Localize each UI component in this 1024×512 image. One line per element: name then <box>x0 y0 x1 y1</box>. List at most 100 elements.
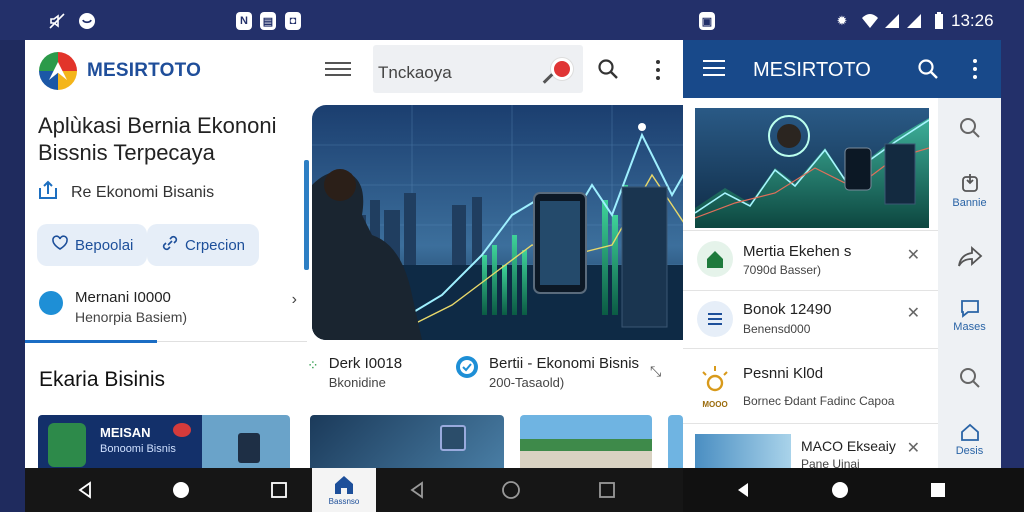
heart-icon <box>51 235 69 255</box>
subline-label: Re Ekonomi Bisanis <box>71 183 215 201</box>
home-icon <box>335 476 353 494</box>
right-app-screen: MESIRTOTO Mertia Ekehen s 7090d Basser) … <box>683 40 1001 468</box>
list-item-subtitle: Henorpia Basiem) <box>75 309 188 325</box>
divider <box>157 341 307 342</box>
brand-logo-icon <box>39 52 77 90</box>
close-icon[interactable]: ✕ <box>907 438 920 458</box>
list-item-maco[interactable]: MACO Ekseaiy Pane Uinai ✕ <box>683 423 938 468</box>
sidebar-label: Desis <box>955 445 984 457</box>
home-tab[interactable]: Bassnso <box>312 468 376 512</box>
banner-line2: Bonoomi Bisnis <box>100 443 176 455</box>
list-item-pesnni[interactable]: MOOO Pesnni Kl0d Bornec Ðdant Fadinc Cap… <box>683 348 938 420</box>
close-icon[interactable]: ✕ <box>907 303 920 323</box>
news-title: Derk I0018 <box>328 355 403 372</box>
chevron-right-icon: › <box>291 291 297 308</box>
signal-icon <box>883 12 901 30</box>
list-item-title: Bonok 12490 <box>743 301 832 318</box>
sidebar-item-search-2[interactable] <box>938 366 1001 393</box>
hamburger-menu-icon[interactable] <box>325 58 351 78</box>
back-icon[interactable] <box>733 480 753 500</box>
list-item-mernani[interactable]: Mernani I0000 Henorpia Basiem) › <box>37 285 297 335</box>
chip-label: Bepoolai <box>75 236 134 254</box>
collapse-icon[interactable]: ⤡ <box>650 363 661 380</box>
hero-image[interactable] <box>312 105 683 340</box>
right-navigation-bar <box>683 468 1024 512</box>
subline[interactable]: Re Ekonomi Bisanis <box>37 180 214 205</box>
right-edge-panel <box>1001 40 1024 468</box>
list-item-title: Mernani I0000 <box>75 289 171 306</box>
list-item-subtitle: 7090d Basser) <box>743 263 822 277</box>
back-icon-2[interactable] <box>407 480 427 500</box>
wifi-icon <box>861 12 879 30</box>
brightness-icon: ✹ <box>836 13 848 28</box>
news-subtitle: 200-Tasaold) <box>489 375 565 390</box>
sidebar-item-home[interactable]: Desis <box>938 422 1001 457</box>
more-options-icon[interactable] <box>655 60 661 80</box>
close-icon[interactable]: ✕ <box>907 245 920 265</box>
thumbnail-analytics[interactable] <box>310 415 504 468</box>
search-input[interactable]: Tnckaoya <box>373 45 583 93</box>
battery-icon <box>930 12 948 30</box>
check-badge-icon <box>455 355 479 384</box>
page-headline: Aplùkasi Bernia Ekononi Bissnis Terpecay… <box>38 113 277 165</box>
sidebar-label: Bannie <box>952 197 987 209</box>
dots-icon: ⁘ <box>307 357 319 373</box>
news-title: Bertii - Ekonomi Bisnis <box>489 355 640 372</box>
shield-icon <box>78 12 96 30</box>
right-top-bar: MESIRTOTO <box>683 40 1001 98</box>
save-icon: ▣ <box>699 12 715 30</box>
search-text: Tnckaoya <box>378 63 452 82</box>
brand-name: MESIRTOTO <box>87 60 202 81</box>
left-status-bar: N ▤ ◘ <box>0 0 683 40</box>
chip-label: Crpecion <box>185 236 246 254</box>
logo-text: MOOO <box>702 400 728 409</box>
news-item-derk[interactable]: ⁘ Derk I0018 Bkonidine <box>307 355 402 390</box>
chip-bepoolai[interactable]: Bepoolai <box>37 224 148 266</box>
recents-icon-2[interactable] <box>597 480 617 500</box>
list-item-subtitle: Benensd000 <box>743 322 811 336</box>
chip-crpecion[interactable]: Crpecion <box>147 224 260 266</box>
banner-line1: MEISAN <box>100 425 151 440</box>
clipboard-icon: ▤ <box>260 12 276 30</box>
search-icon[interactable] <box>597 58 619 80</box>
sun-logo-icon: MOOO <box>697 363 733 409</box>
sidebar-item-share[interactable] <box>938 245 1001 271</box>
external-link-icon <box>37 180 59 205</box>
list-item-title: Pesnni Kl0d <box>743 365 824 382</box>
app-title: MESIRTOTO <box>753 59 871 81</box>
right-hero-image[interactable] <box>694 108 930 228</box>
sidebar-item-chat[interactable]: Mases <box>938 298 1001 333</box>
brand[interactable]: MESIRTOTO <box>39 52 201 90</box>
more-options-icon[interactable] <box>973 59 977 79</box>
mute-icon <box>48 12 66 30</box>
lock-icon: ◘ <box>285 12 301 30</box>
house-icon <box>697 241 733 277</box>
hamburger-menu-icon[interactable] <box>703 60 725 76</box>
list-item-mertia[interactable]: Mertia Ekehen s 7090d Basser) ✕ <box>683 230 938 290</box>
right-sidebar: Bannie Mases Desis <box>938 98 1001 468</box>
recents-icon[interactable] <box>928 480 948 500</box>
section-title: Ekaria Bisinis <box>39 368 166 391</box>
sidebar-label: Mases <box>953 321 986 333</box>
sidebar-item-download[interactable]: Bannie <box>938 172 1001 209</box>
compass-icon <box>39 291 63 315</box>
phone-image <box>238 433 260 463</box>
recents-icon[interactable] <box>269 480 289 500</box>
home-circle-icon[interactable] <box>171 480 191 500</box>
thumbnail-building[interactable] <box>520 415 652 468</box>
sidebar-item-search[interactable] <box>938 116 1001 143</box>
home-circle-icon[interactable] <box>830 480 850 500</box>
list-item-bonok[interactable]: Bonok 12490 Benensd000 ✕ <box>683 290 938 350</box>
home-circle-icon-2[interactable] <box>501 480 521 500</box>
device-icon <box>48 423 86 467</box>
news-item-bertii[interactable]: Bertii - Ekonomi Bisnis 200-Tasaold) <box>455 355 639 390</box>
link-icon <box>161 234 179 256</box>
list-item-title: Mertia Ekehen s <box>743 243 852 260</box>
search-badge-icon[interactable] <box>551 58 573 80</box>
list-item-subtitle: Pane Uinai <box>801 457 860 468</box>
banner-card[interactable]: MEISAN Bonoomi Bisnis <box>38 415 290 468</box>
tablet-image <box>440 425 466 451</box>
list-item-subtitle: Bornec Ðdant Fadinc Capoa <box>743 394 895 408</box>
search-icon[interactable] <box>917 58 939 85</box>
back-icon[interactable] <box>75 480 95 500</box>
